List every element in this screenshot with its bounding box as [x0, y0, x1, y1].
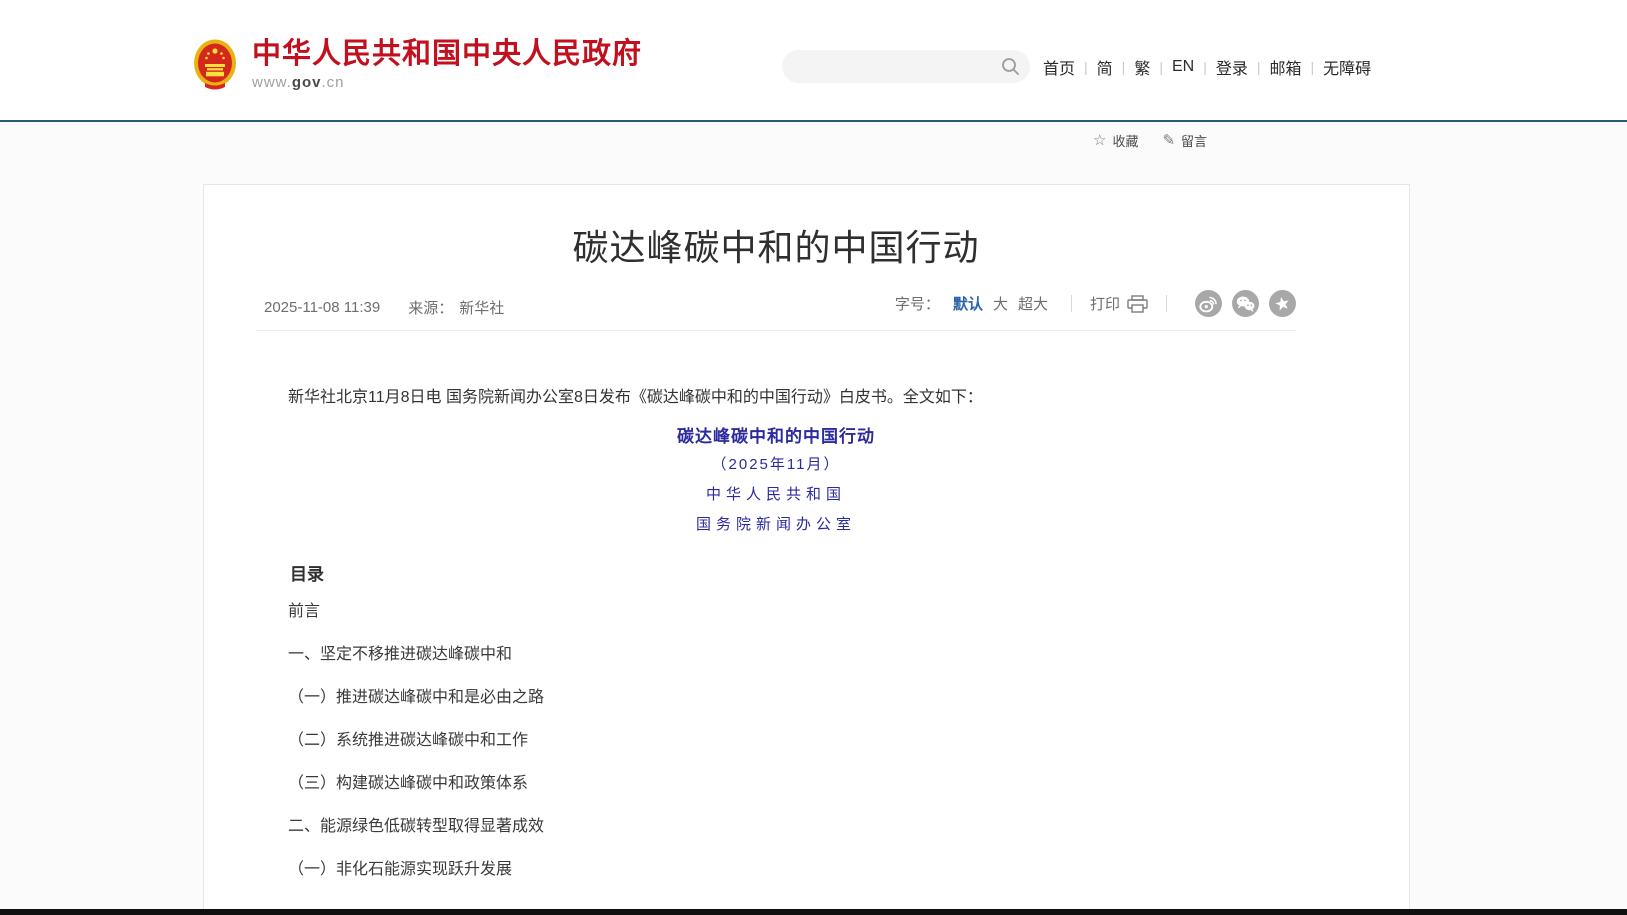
- site-header: 中华人民共和国中央人民政府 www.gov.cn 首页 简 繁 EN 登录 邮箱…: [0, 0, 1627, 122]
- url-www: www.: [252, 74, 292, 91]
- toc-item: （二）系统推进碳达峰碳中和工作: [256, 730, 1296, 752]
- nav-separator: [1203, 59, 1207, 75]
- article-meta-right: 字号： 默认 大 超大 打印: [895, 290, 1296, 317]
- favorite-label: 收藏: [1112, 131, 1138, 150]
- star-share-icon[interactable]: [1269, 290, 1296, 317]
- pencil-icon: ✎: [1162, 133, 1175, 148]
- window-bottom-edge: [0, 909, 1627, 915]
- lead-paragraph: 新华社北京11月8日电 国务院新闻办公室8日发布《碳达峰碳中和的中国行动》白皮书…: [256, 385, 1296, 411]
- search-input[interactable]: [798, 50, 992, 85]
- toc-heading: 目录: [256, 560, 1296, 585]
- wechat-icon[interactable]: [1232, 290, 1259, 317]
- site-logo[interactable]: 中华人民共和国中央人民政府 www.gov.cn: [192, 38, 642, 92]
- logo-text: 中华人民共和国中央人民政府 www.gov.cn: [252, 38, 642, 91]
- nav-simplified[interactable]: 简: [1097, 55, 1113, 79]
- nav-login[interactable]: 登录: [1216, 55, 1248, 79]
- nav-separator: [1159, 59, 1163, 75]
- quick-actions: ☆ 收藏 ✎ 留言: [1093, 131, 1231, 150]
- top-navigation: 首页 简 繁 EN 登录 邮箱 无障碍: [1043, 55, 1371, 79]
- font-size-label: 字号：: [895, 293, 940, 314]
- font-size-large[interactable]: 大: [993, 293, 1008, 314]
- nav-separator: [1122, 59, 1126, 75]
- toc-item: （三）构建碳达峰碳中和政策体系: [256, 773, 1296, 795]
- url-gov: gov: [292, 74, 322, 91]
- search-icon[interactable]: [1001, 57, 1020, 81]
- article-title: 碳达峰碳中和的中国行动: [256, 219, 1296, 271]
- message-button[interactable]: ✎ 留言: [1162, 131, 1207, 150]
- document-org-line2: 国务院新闻办公室: [256, 516, 1296, 532]
- url-cn: .cn: [322, 74, 345, 91]
- toc-item: 一、坚定不移推进碳达峰碳中和: [256, 644, 1296, 666]
- message-label: 留言: [1181, 131, 1207, 150]
- nav-separator: [1311, 59, 1315, 75]
- source-label: 来源：: [408, 297, 453, 318]
- article-meta-bar: 2025-11-08 11:39 来源： 新华社 字号： 默认 大 超大 打印: [256, 285, 1296, 331]
- national-emblem-icon: [192, 38, 238, 92]
- site-url: www.gov.cn: [252, 74, 642, 91]
- table-of-contents: 前言 一、坚定不移推进碳达峰碳中和 （一）推进碳达峰碳中和是必由之路 （二）系统…: [256, 601, 1296, 902]
- star-icon: ☆: [1093, 133, 1106, 148]
- site-title: 中华人民共和国中央人民政府: [252, 38, 642, 70]
- share-buttons: [1185, 290, 1296, 317]
- nav-home[interactable]: 首页: [1043, 55, 1075, 79]
- toc-item: （一）非化石能源实现跃升发展: [256, 859, 1296, 881]
- source-name[interactable]: 新华社: [459, 297, 504, 318]
- font-size-default[interactable]: 默认: [953, 293, 983, 314]
- favorite-button[interactable]: ☆ 收藏: [1093, 131, 1138, 150]
- article-card: 碳达峰碳中和的中国行动 2025-11-08 11:39 来源： 新华社 字号：…: [203, 184, 1410, 915]
- toc-item: 二、能源绿色低碳转型取得显著成效: [256, 816, 1296, 838]
- print-label: 打印: [1090, 293, 1120, 314]
- nav-separator: [1084, 59, 1088, 75]
- document-date: （2025年11月）: [256, 457, 1296, 473]
- document-title: 碳达峰碳中和的中国行动: [256, 428, 1296, 446]
- publish-date: 2025-11-08 11:39: [264, 299, 380, 316]
- font-size-xlarge[interactable]: 超大: [1018, 293, 1048, 314]
- nav-mail[interactable]: 邮箱: [1270, 55, 1302, 79]
- meta-divider: [1071, 295, 1072, 312]
- meta-divider: [1166, 295, 1167, 312]
- nav-separator: [1257, 59, 1261, 75]
- toc-item: 前言: [256, 601, 1296, 623]
- nav-traditional[interactable]: 繁: [1134, 55, 1150, 79]
- print-button[interactable]: 打印: [1090, 293, 1148, 314]
- printer-icon: [1127, 295, 1148, 313]
- weibo-icon[interactable]: [1195, 290, 1222, 317]
- toc-item: （一）推进碳达峰碳中和是必由之路: [256, 687, 1296, 709]
- search-box: [782, 50, 1030, 83]
- article-meta-left: 2025-11-08 11:39 来源： 新华社: [264, 297, 504, 318]
- nav-accessibility[interactable]: 无障碍: [1323, 55, 1371, 79]
- nav-english[interactable]: EN: [1172, 58, 1194, 76]
- document-heading: 碳达峰碳中和的中国行动 （2025年11月） 中华人民共和国 国务院新闻办公室: [256, 428, 1296, 546]
- document-org-line1: 中华人民共和国: [256, 486, 1296, 502]
